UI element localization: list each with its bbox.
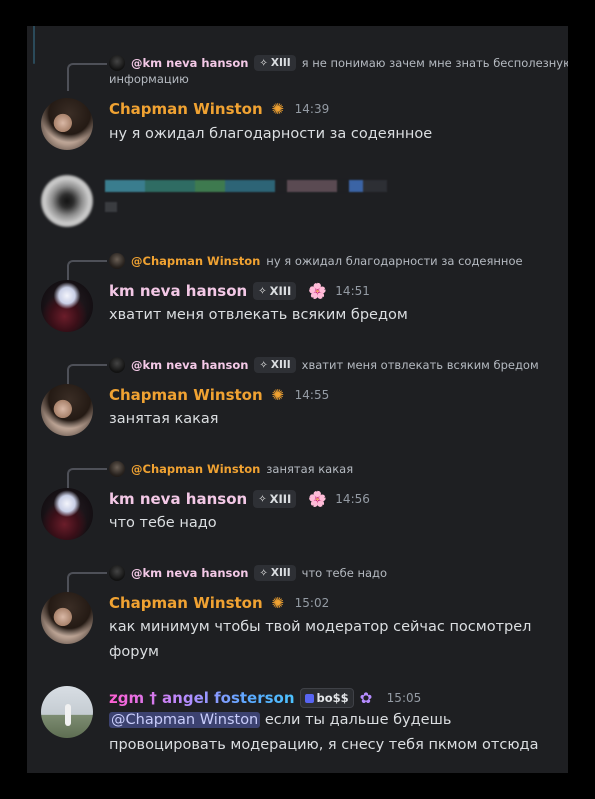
timestamp: 14:56 xyxy=(335,492,370,506)
role-tag: ✧ XIII xyxy=(254,357,296,373)
role-icon xyxy=(304,693,314,703)
message-header: Chapman Winston ✺ 14:39 xyxy=(109,98,329,120)
diamond-icon: ✧ xyxy=(259,57,268,69)
reply-text: ну я ожидал благодарности за содеянное xyxy=(266,254,523,268)
diamond-icon: ✧ xyxy=(258,493,267,505)
reply-author[interactable]: @km neva hanson xyxy=(131,566,248,580)
message-text: если ты дальше будешь xyxy=(260,712,452,728)
role-tag: ✧ XIII xyxy=(253,490,297,508)
avatar[interactable] xyxy=(41,384,93,436)
reply-text: занятая какая xyxy=(266,462,354,476)
reply-preview[interactable]: @km neva hanson ✧ XIII что тебе надо xyxy=(67,564,388,596)
reply-avatar xyxy=(109,461,125,477)
reply-spine xyxy=(67,63,107,91)
message-text: хватит меня отвлекать всяким бредом xyxy=(109,307,408,323)
avatar[interactable] xyxy=(41,686,93,738)
reply-preview[interactable]: @Chapman Winston занятая какая xyxy=(67,460,354,492)
message-header: zgm † angel fosterson bo$$ ✿ 15:05 xyxy=(109,687,421,709)
avatar[interactable] xyxy=(41,592,93,644)
message-text-line-2: провоцировать модерацию, я снесу тебя пк… xyxy=(109,737,539,753)
avatar[interactable] xyxy=(41,98,93,150)
message-header: Chapman Winston ✺ 15:02 xyxy=(109,592,329,614)
username[interactable]: Chapman Winston xyxy=(109,100,263,118)
timestamp: 14:39 xyxy=(294,102,330,116)
gear-icon: ✺ xyxy=(271,100,284,118)
message-text: ну я ожидал благодарности за содеянное xyxy=(109,126,433,142)
flower-icon: 🌸 xyxy=(308,490,327,508)
gear-icon: ✺ xyxy=(271,386,284,404)
timestamp: 14:51 xyxy=(335,284,370,298)
reply-avatar xyxy=(109,565,125,581)
reply-preview[interactable]: @km neva hanson ✧ XIII хватит меня отвлек… xyxy=(67,356,539,388)
reply-avatar xyxy=(109,55,125,71)
timestamp: 14:55 xyxy=(294,388,330,402)
message-header: km neva hanson ✧ XIII 🌸 14:51 xyxy=(109,280,370,302)
username[interactable]: Chapman Winston xyxy=(109,594,263,612)
diamond-icon: ✧ xyxy=(259,567,268,579)
reply-author[interactable]: @Chapman Winston xyxy=(131,462,260,476)
username[interactable]: km neva hanson xyxy=(109,282,247,300)
message-text-line-1: как минимум чтобы твой модератор сейчас … xyxy=(109,619,532,635)
reply-avatar xyxy=(109,357,125,373)
avatar[interactable] xyxy=(41,280,93,332)
chat-panel: @km neva hanson ✧ XIII я не понимаю зачем… xyxy=(27,26,568,773)
gear-icon: ✺ xyxy=(271,594,284,612)
flower-icon: 🌸 xyxy=(308,282,327,300)
reply-preview[interactable]: @Chapman Winston ну я ожидал благодарнос… xyxy=(67,252,523,284)
role-tag: bo$$ xyxy=(299,688,354,708)
timestamp: 15:02 xyxy=(294,596,330,610)
role-tag: ✧ XIII xyxy=(254,55,296,71)
reply-avatar xyxy=(109,253,125,269)
blurred-header xyxy=(105,180,387,192)
flower-icon: ✿ xyxy=(359,689,373,707)
avatar[interactable] xyxy=(41,488,93,540)
reply-text-cont: информацию xyxy=(109,72,189,86)
role-tag: ✧ XIII xyxy=(254,565,296,581)
diamond-icon: ✧ xyxy=(258,285,267,297)
diamond-icon: ✧ xyxy=(259,359,268,371)
reply-author[interactable]: @km neva hanson xyxy=(131,56,248,70)
reply-author[interactable]: @km neva hanson xyxy=(131,358,248,372)
reply-preview-cont: информацию xyxy=(109,70,189,88)
username[interactable]: Chapman Winston xyxy=(109,386,263,404)
timestamp: 15:05 xyxy=(386,691,422,705)
message-text-line-2: форум xyxy=(109,644,159,660)
reply-text: хватит меня отвлекать всяким бредом xyxy=(301,358,539,372)
scroll-edge-line xyxy=(33,26,35,64)
message-text: что тебе надо xyxy=(109,515,217,531)
avatar-blurred xyxy=(41,175,93,227)
reply-text: что тебе надо xyxy=(301,566,388,580)
reply-text: я не понимаю зачем мне знать бесполезную xyxy=(301,56,568,70)
user-mention[interactable]: @Chapman Winston xyxy=(109,712,261,728)
reply-author[interactable]: @Chapman Winston xyxy=(131,254,260,268)
message-header: km neva hanson ✧ XIII 🌸 14:56 xyxy=(109,488,370,510)
role-tag: ✧ XIII xyxy=(253,282,297,300)
username[interactable]: km neva hanson xyxy=(109,490,247,508)
username[interactable]: zgm † angel fosterson xyxy=(109,689,295,707)
blurred-text xyxy=(105,202,117,212)
message-text-line-1: @Chapman Winston если ты дальше будешь xyxy=(109,708,549,733)
message-header: Chapman Winston ✺ 14:55 xyxy=(109,384,329,406)
message-text: занятая какая xyxy=(109,411,219,427)
